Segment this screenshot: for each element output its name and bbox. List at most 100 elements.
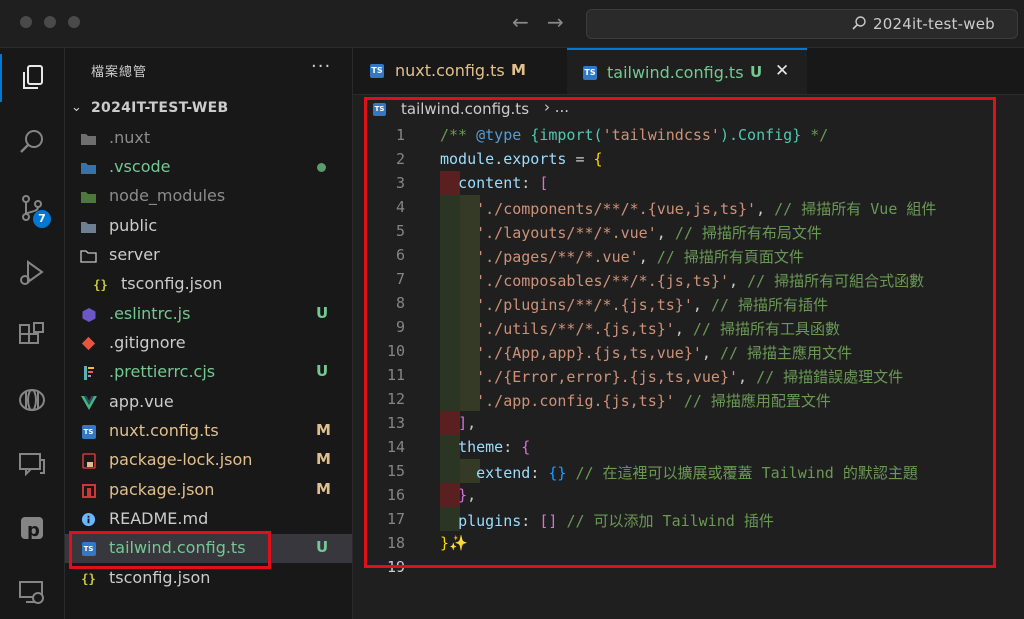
eslint-icon (80, 306, 97, 323)
code-line: 8 './plugins/**/*.{js,ts}', // 掃描所有插件 (353, 291, 993, 315)
breadcrumb-file[interactable]: tailwind.config.ts (401, 100, 529, 118)
line-number: 9 (395, 318, 405, 336)
breadcrumb-more[interactable]: › ... (544, 98, 569, 116)
maximize-window-button[interactable] (68, 16, 80, 28)
tree-item-tsconfig[interactable]: {} tsconfig.json (65, 564, 352, 593)
source-control-icon[interactable]: 7 (0, 184, 64, 232)
tree-item-public[interactable]: public (65, 212, 352, 241)
code-text: /** @type {import('tailwindcss').Config}… (440, 126, 829, 144)
tree-item-readme[interactable]: README.md (65, 505, 352, 534)
code-text: }, (458, 486, 477, 504)
code-editor[interactable]: TS tailwind.config.ts › ... 1 /** @type {… (353, 95, 1024, 619)
line-number: 8 (395, 294, 405, 312)
tab-tailwind-config[interactable]: TS tailwind.config.ts U ✕ (567, 48, 807, 94)
tree-item-prettierrc[interactable]: .prettierrc.cjs U (65, 358, 352, 387)
code-line: 16 }, (353, 483, 993, 507)
tree-item-app-vue[interactable]: app.vue (65, 388, 352, 417)
explorer-title: 檔案總管 (91, 65, 148, 80)
p-extension-icon[interactable]: p (0, 504, 64, 552)
info-icon (80, 511, 97, 528)
code-text: './layouts/**/*.vue', // 掃描所有布局文件 (476, 224, 822, 242)
git-status-modified: M (316, 480, 331, 498)
tab-git-status: U (750, 63, 763, 81)
chat-icon[interactable] (0, 440, 64, 488)
explorer-icon[interactable] (0, 54, 66, 102)
git-status-modified: M (316, 450, 331, 468)
folder-icon (80, 247, 97, 264)
command-center-text: 2024it-test-web (873, 15, 995, 33)
modified-dot (317, 163, 326, 172)
line-number: 14 (386, 438, 405, 456)
tree-item-server-tsconfig[interactable]: {} tsconfig.json (65, 270, 352, 299)
code-line: 4 './components/**/*.{vue,js,ts}', // 掃描… (353, 195, 993, 219)
tree-item-label: .eslintrc.js (109, 304, 191, 323)
tree-item-label: .vscode (109, 157, 171, 176)
tree-item-label: tailwind.config.ts (109, 538, 246, 557)
tree-item-gitignore[interactable]: .gitignore (65, 329, 352, 358)
code-text: }✨ (440, 534, 468, 552)
tab-label: tailwind.config.ts (607, 63, 744, 82)
remote-explorer-icon[interactable] (0, 568, 64, 616)
git-icon (80, 335, 97, 352)
line-number: 5 (395, 222, 405, 240)
tree-item-server[interactable]: server (65, 241, 352, 270)
explorer-sidebar: 檔案總管 ··· ⌄ 2024IT-TEST-WEB .nuxt .vscode… (65, 48, 353, 619)
code-text: './utils/**/*.{js,ts}', // 掃描所有工具函數 (476, 320, 840, 338)
tree-item-eslintrc[interactable]: .eslintrc.js U (65, 300, 352, 329)
code-line: 14 theme: { (353, 435, 993, 459)
code-text: content: [ (458, 174, 549, 192)
tree-item-label: .prettierrc.cjs (109, 362, 216, 381)
code-line: 1 /** @type {import('tailwindcss').Config… (353, 123, 993, 147)
tab-git-status: M (511, 61, 526, 79)
more-actions-button[interactable]: ··· (311, 56, 331, 77)
run-debug-icon[interactable] (0, 248, 64, 296)
code-text: extend: {} // 在這裡可以擴展或覆蓋 Tailwind 的默認主題 (476, 464, 918, 482)
code-text: theme: { (458, 438, 531, 456)
node-folder-icon (80, 188, 97, 205)
forward-arrow-icon[interactable]: → (547, 10, 564, 34)
code-line: 2 module.exports = { (353, 147, 993, 171)
line-number: 18 (386, 534, 405, 552)
code-line: 10 './{App,app}.{js,ts,vue}', // 掃描主應用文件 (353, 339, 993, 363)
code-text: './{App,app}.{js,ts,vue}', // 掃描主應用文件 (476, 344, 853, 362)
extensions-icon[interactable] (0, 312, 64, 360)
close-tab-button[interactable]: ✕ (775, 61, 789, 81)
code-text: './pages/**/*.vue', // 掃描所有頁面文件 (476, 248, 804, 266)
ts-icon: TS (80, 423, 97, 440)
tree-item-vscode[interactable]: .vscode (65, 153, 352, 182)
tree-item-nuxt-config[interactable]: TS nuxt.config.ts M (65, 417, 352, 446)
tree-item-label: tsconfig.json (109, 568, 211, 587)
command-center[interactable]: 2024it-test-web (586, 9, 1018, 39)
lock-json-icon (80, 452, 97, 469)
code-line: 5 './layouts/**/*.vue', // 掃描所有布局文件 (353, 219, 993, 243)
code-text: './{Error,error}.{js,ts,vue}', // 掃描錯誤處理… (476, 368, 904, 386)
back-arrow-icon[interactable]: ← (512, 10, 529, 34)
vscode-folder-icon (80, 159, 97, 176)
tree-item-label: .gitignore (109, 333, 186, 352)
code-text: './app.config.{js,ts}' // 掃描應用配置文件 (476, 392, 831, 410)
npm-icon (80, 482, 97, 499)
close-window-button[interactable] (20, 16, 32, 28)
line-number: 10 (386, 342, 405, 360)
minimize-window-button[interactable] (44, 16, 56, 28)
json-braces-icon: {} (81, 571, 96, 586)
code-text: './components/**/*.{vue,js,ts}', // 掃描所有… (476, 200, 937, 218)
tree-item-tailwind-config[interactable]: TS tailwind.config.ts U (65, 534, 352, 563)
tree-item-label: .nuxt (109, 128, 151, 147)
search-icon[interactable] (0, 118, 64, 166)
remote-icon[interactable] (0, 376, 64, 424)
tree-item-node-modules[interactable]: node_modules (65, 182, 352, 211)
code-line: 17 plugins: [] // 可以添加 Tailwind 插件 (353, 507, 993, 531)
code-line: 12 './app.config.{js,ts}' // 掃描應用配置文件 (353, 387, 993, 411)
tree-item-label: package.json (109, 480, 215, 499)
tree-item-package-json[interactable]: package.json M (65, 476, 352, 505)
workspace-section-header[interactable]: ⌄ 2024IT-TEST-WEB (65, 98, 352, 120)
folder-icon (80, 130, 97, 147)
ts-icon: TS (370, 64, 384, 78)
tab-nuxt-config[interactable]: TS nuxt.config.ts M (353, 48, 567, 94)
tree-item-package-lock[interactable]: package-lock.json M (65, 446, 352, 475)
tree-item-nuxt[interactable]: .nuxt (65, 124, 352, 153)
title-bar: ← → 2024it-test-web (0, 0, 1024, 48)
tree-item-label: app.vue (109, 392, 174, 411)
code-line: 7 './composables/**/*.{js,ts}', // 掃描所有可… (353, 267, 993, 291)
